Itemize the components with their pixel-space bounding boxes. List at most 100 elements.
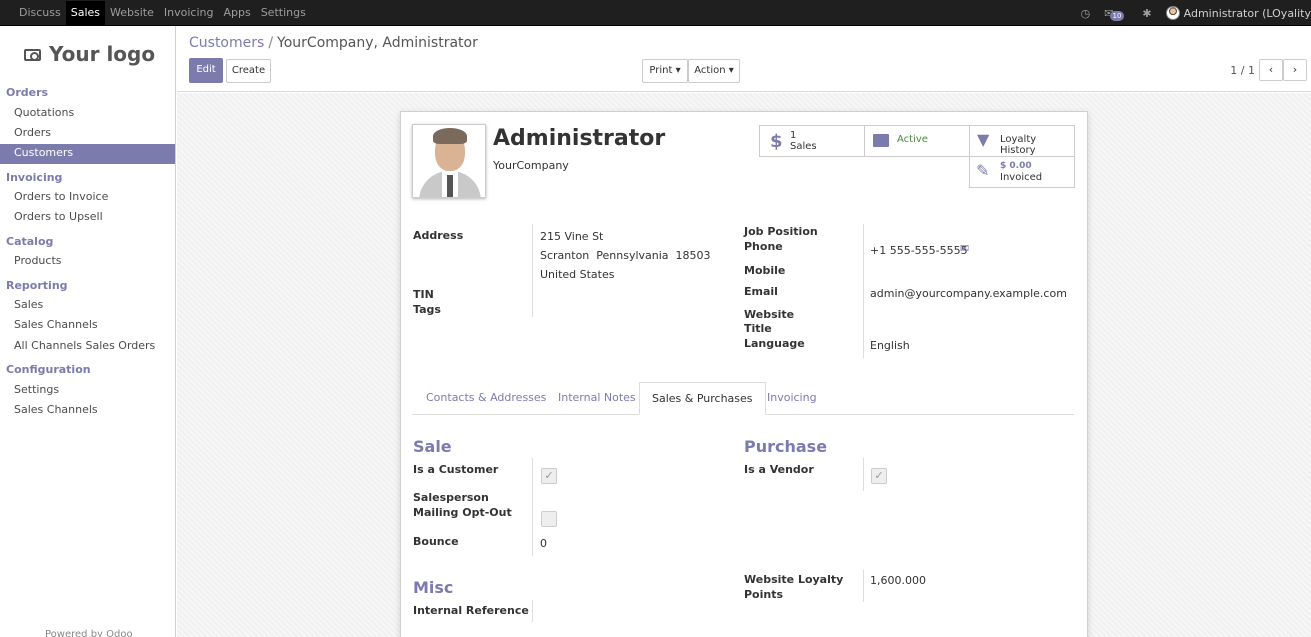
- is-vendor-checkbox[interactable]: ✓: [871, 468, 887, 484]
- sidebar-item-orders-to-upsell[interactable]: Orders to Upsell: [0, 208, 175, 228]
- sidebar-item-all-channels-sales-orders[interactable]: All Channels Sales Orders: [0, 337, 175, 357]
- pager-next-button[interactable]: ›: [1283, 59, 1307, 81]
- menu-website[interactable]: Website: [105, 1, 159, 26]
- menu-invoicing[interactable]: Invoicing: [159, 1, 219, 26]
- divider: [532, 600, 533, 622]
- logo-text: Your logo: [49, 42, 156, 66]
- bug-icon[interactable]: ✱: [1142, 7, 1151, 20]
- chevron-left-icon: ‹: [1268, 63, 1274, 76]
- archive-icon: [873, 134, 889, 147]
- language-value: English: [870, 339, 910, 352]
- sidebar-section-catalog: Catalog: [6, 235, 54, 248]
- sales-count: 1: [790, 130, 797, 141]
- sidebar: Your logo Orders Quotations Orders Custo…: [0, 26, 176, 637]
- sidebar-item-sales[interactable]: Sales: [0, 296, 175, 316]
- systray: ◷ ✉10 ✱ Administrator (LOyality: [1081, 0, 1311, 26]
- sidebar-section-invoicing: Invoicing: [6, 171, 63, 184]
- checkmark-icon: ✓: [544, 469, 554, 482]
- tab-internal-notes[interactable]: Internal Notes: [546, 382, 648, 415]
- loyalty-history-label: Loyalty History: [1000, 134, 1037, 156]
- edit-icon: ✎: [976, 161, 990, 180]
- breadcrumb-separator: /: [268, 35, 274, 51]
- breadcrumb-customers[interactable]: Customers: [189, 35, 264, 51]
- chat-icon[interactable]: ✉10: [1104, 7, 1128, 21]
- sidebar-section-reporting: Reporting: [6, 279, 68, 292]
- invoiced-stat-text: $ 0.00 Invoiced: [1000, 161, 1042, 183]
- filter-icon: ▼: [977, 130, 990, 149]
- sales-stat-button[interactable]: $ 1 Sales: [759, 125, 865, 157]
- loyalty-points-value: 1,600.000: [870, 574, 926, 587]
- mobile-label: Mobile: [744, 264, 786, 277]
- pager-value[interactable]: 1 / 1: [1230, 64, 1255, 77]
- bounce-label: Bounce: [413, 535, 459, 548]
- bounce-value: 0: [540, 537, 547, 550]
- company-logo[interactable]: Your logo: [24, 42, 155, 66]
- checkmark-icon: ✓: [874, 469, 884, 482]
- is-vendor-label: Is a Vendor: [744, 463, 814, 476]
- purchase-section-title: Purchase: [744, 437, 828, 456]
- form-sheet: Administrator YourCompany $ 1 Sales Acti…: [400, 111, 1088, 637]
- sidebar-section-orders: Orders: [6, 86, 49, 99]
- notification-badge: 10: [1109, 10, 1125, 21]
- avatar: [1165, 6, 1180, 20]
- user-menu[interactable]: Administrator (LOyality: [1165, 6, 1311, 20]
- email-label: Email: [744, 285, 778, 298]
- loyalty-points-label-line1: Website Loyalty: [744, 573, 844, 586]
- tab-invoicing[interactable]: Invoicing: [755, 382, 829, 415]
- sidebar-item-orders-to-invoice[interactable]: Orders to Invoice: [0, 188, 175, 208]
- sales-label: Sales: [790, 141, 817, 152]
- address-city-state-zip: Scranton Pennsylvania 18503: [540, 249, 711, 262]
- language-label: Language: [744, 337, 805, 350]
- tab-sales-purchases[interactable]: Sales & Purchases: [639, 382, 766, 415]
- title-label: Title: [744, 322, 772, 335]
- is-customer-label: Is a Customer: [413, 463, 499, 476]
- dollar-icon: $: [770, 131, 783, 152]
- email-value[interactable]: admin@yourcompany.example.com: [870, 287, 1067, 300]
- is-customer-checkbox[interactable]: ✓: [541, 468, 557, 484]
- phone-label: Phone: [744, 240, 783, 253]
- menu-apps[interactable]: Apps: [218, 1, 255, 26]
- notebook-tabs: Contacts & Addresses Internal Notes Sale…: [412, 382, 1074, 415]
- partner-company[interactable]: YourCompany: [493, 159, 569, 172]
- menu-discuss[interactable]: Discuss: [14, 1, 66, 26]
- photo-hair: [433, 128, 467, 144]
- clock-icon[interactable]: ◷: [1081, 7, 1091, 20]
- sales-stat-text: 1 Sales: [790, 130, 817, 152]
- divider: [863, 224, 864, 358]
- menu-sales[interactable]: Sales: [65, 1, 106, 26]
- website-label: Website: [744, 308, 795, 321]
- powered-by[interactable]: Powered by Odoo: [45, 629, 133, 637]
- sidebar-item-orders[interactable]: Orders: [0, 124, 175, 144]
- user-name: Administrator (LOyality: [1183, 6, 1311, 20]
- mailing-opt-out-checkbox[interactable]: [541, 511, 557, 527]
- internal-reference-label: Internal Reference: [413, 604, 529, 617]
- active-toggle-button[interactable]: Active: [864, 125, 970, 157]
- sidebar-item-config-sales-channels[interactable]: Sales Channels: [0, 401, 175, 421]
- sidebar-item-customers[interactable]: Customers: [0, 144, 175, 164]
- divider: [863, 570, 864, 602]
- invoiced-amount: $ 0.00: [1000, 161, 1032, 171]
- phone-value[interactable]: +1 555-555-5555: [870, 244, 968, 257]
- create-button[interactable]: Create: [226, 59, 271, 83]
- sidebar-item-quotations[interactable]: Quotations: [0, 104, 175, 124]
- partner-photo[interactable]: [412, 124, 486, 198]
- invoiced-stat-button[interactable]: ✎ $ 0.00 Invoiced: [969, 156, 1075, 188]
- address-label: Address: [413, 229, 464, 242]
- app-menu: Discuss Sales Website Invoicing Apps Set…: [14, 0, 311, 26]
- sidebar-item-sales-channels[interactable]: Sales Channels: [0, 316, 175, 336]
- action-dropdown[interactable]: Action ▾: [688, 59, 740, 83]
- sidebar-item-products[interactable]: Products: [0, 252, 175, 272]
- envelope-icon[interactable]: ✉: [960, 242, 969, 255]
- edit-button[interactable]: Edit: [189, 58, 223, 83]
- address-country: United States: [540, 268, 615, 281]
- salesperson-label: Salesperson: [413, 491, 489, 504]
- pager-previous-button[interactable]: ‹: [1259, 59, 1283, 81]
- sidebar-item-settings[interactable]: Settings: [0, 381, 175, 401]
- print-dropdown[interactable]: Print ▾: [642, 59, 688, 83]
- misc-section-title: Misc: [413, 578, 454, 597]
- loyalty-history-button[interactable]: ▼ Loyalty History: [969, 125, 1075, 157]
- photo-tie: [447, 175, 453, 197]
- tab-contacts-addresses[interactable]: Contacts & Addresses: [414, 382, 558, 415]
- menu-settings[interactable]: Settings: [256, 1, 311, 26]
- divider: [863, 458, 864, 491]
